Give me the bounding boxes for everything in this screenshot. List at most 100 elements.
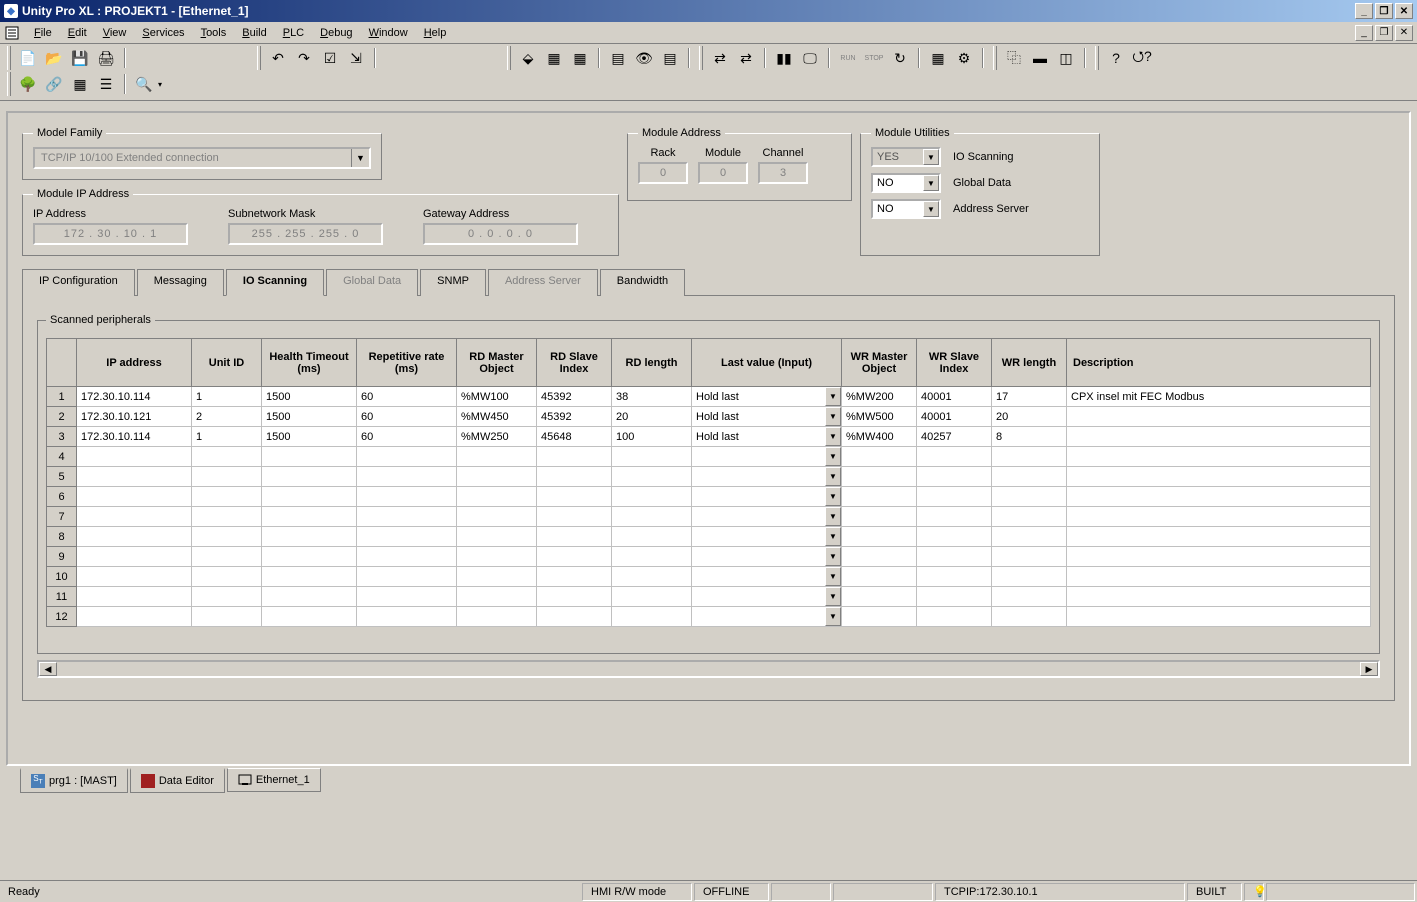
chevron-down-icon[interactable]: ▼ [825, 427, 841, 446]
col-wrm[interactable]: WR Master Object [842, 339, 917, 387]
col-ip[interactable]: IP address [77, 339, 192, 387]
mdi-close[interactable]: ✕ [1395, 25, 1413, 41]
menu-build[interactable]: Build [234, 25, 274, 41]
find-icon[interactable]: 👁 [632, 46, 656, 70]
mdi-restore[interactable]: ❐ [1375, 25, 1393, 41]
menu-file[interactable]: File [26, 25, 60, 41]
tab-messaging[interactable]: Messaging [137, 269, 224, 296]
model-family-combo[interactable]: ▼ [33, 147, 371, 169]
doc-tab-ethernet[interactable]: Ethernet_1 [227, 768, 321, 792]
list-icon[interactable]: ☰ [94, 72, 118, 96]
col-rds[interactable]: RD Slave Index [537, 339, 612, 387]
tab-io-scanning[interactable]: IO Scanning [226, 269, 324, 296]
col-health[interactable]: Health Timeout (ms) [262, 339, 357, 387]
chevron-down-icon[interactable]: ▼ [825, 407, 841, 426]
scroll-left-icon[interactable]: ◀ [39, 662, 57, 676]
chevron-down-icon[interactable]: ▼ [825, 387, 841, 406]
toolbar-grip[interactable] [7, 46, 11, 70]
chevron-down-icon[interactable]: ▼ [923, 149, 939, 165]
tab-bandwidth[interactable]: Bandwidth [600, 269, 685, 296]
zoom-icon[interactable]: 🔍 [132, 72, 156, 96]
tab-ip-configuration[interactable]: IP Configuration [22, 269, 135, 296]
structure-icon[interactable]: 🌳 [16, 72, 40, 96]
table-row[interactable]: 3172.30.10.1141150060%MW25045648100Hold … [47, 427, 1371, 447]
close-button[interactable]: ✕ [1395, 3, 1413, 19]
address-server-combo[interactable]: ▼ [871, 199, 941, 219]
run-icon[interactable]: RUN [836, 46, 860, 70]
col-rep[interactable]: Repetitive rate (ms) [357, 339, 457, 387]
redo-icon[interactable]: ↷ [292, 46, 316, 70]
chevron-down-icon[interactable]: ▼ [825, 547, 841, 566]
table-row[interactable]: 9▼ [47, 547, 1371, 567]
chevron-down-icon[interactable]: ▼ [825, 507, 841, 526]
tab-snmp[interactable]: SNMP [420, 269, 486, 296]
open-icon[interactable]: 📂 [42, 46, 66, 70]
horizontal-scrollbar[interactable]: ◀ ▶ [37, 660, 1380, 678]
chevron-down-icon[interactable]: ▼ [825, 467, 841, 486]
new-icon[interactable]: 📄 [16, 46, 40, 70]
chevron-down-icon[interactable]: ▼ [825, 587, 841, 606]
chevron-down-icon[interactable]: ▼ [825, 607, 841, 626]
context-help-icon[interactable]: ⭯? [1130, 46, 1154, 70]
chevron-down-icon[interactable]: ▼ [825, 487, 841, 506]
analyze-icon[interactable]: ▦ [568, 46, 592, 70]
col-unit[interactable]: Unit ID [192, 339, 262, 387]
col-rdl[interactable]: RD length [612, 339, 692, 387]
menu-plc[interactable]: PLC [275, 25, 312, 41]
doc-tab-data-editor[interactable]: Data Editor [130, 768, 225, 793]
help-icon[interactable]: ? [1104, 46, 1128, 70]
chevron-down-icon[interactable]: ▼ [923, 175, 939, 191]
table-row[interactable]: 2172.30.10.1212150060%MW4504539220Hold l… [47, 407, 1371, 427]
table-row[interactable]: 5▼ [47, 467, 1371, 487]
rebuild-icon[interactable]: ▦ [542, 46, 566, 70]
maximize-button[interactable]: ❐ [1375, 3, 1393, 19]
tile-h-icon[interactable]: ▬ [1028, 46, 1052, 70]
tile-v-icon[interactable]: ◫ [1054, 46, 1078, 70]
print-icon[interactable]: 🖨 [94, 46, 118, 70]
disconnect-icon[interactable]: ⇄ [734, 46, 758, 70]
operator-screen-icon[interactable]: ⚙ [952, 46, 976, 70]
menu-help[interactable]: Help [416, 25, 455, 41]
doc-tab-prg1[interactable]: ST prg1 : [MAST] [20, 768, 128, 793]
undo-icon[interactable]: ↶ [266, 46, 290, 70]
build-icon[interactable]: ⬙ [516, 46, 540, 70]
col-rdm[interactable]: RD Master Object [457, 339, 537, 387]
menu-window[interactable]: Window [361, 25, 416, 41]
col-wrs[interactable]: WR Slave Index [917, 339, 992, 387]
scan-table[interactable]: IP address Unit ID Health Timeout (ms) R… [46, 338, 1371, 627]
table-row[interactable]: 4▼ [47, 447, 1371, 467]
network-icon[interactable]: 🔗 [42, 72, 66, 96]
global-data-combo[interactable]: ▼ [871, 173, 941, 193]
menu-debug[interactable]: Debug [312, 25, 360, 41]
menu-edit[interactable]: Edit [60, 25, 95, 41]
save-icon[interactable]: 💾 [68, 46, 92, 70]
transfer-icon[interactable]: ⇲ [344, 46, 368, 70]
minimize-button[interactable]: _ [1355, 3, 1373, 19]
chevron-down-icon[interactable]: ▼ [825, 567, 841, 586]
menu-tools[interactable]: Tools [193, 25, 235, 41]
table-row[interactable]: 8▼ [47, 527, 1371, 547]
connect-icon[interactable]: ⇄ [708, 46, 732, 70]
validate-icon[interactable]: ☑ [318, 46, 342, 70]
menu-view[interactable]: View [95, 25, 135, 41]
col-desc[interactable]: Description [1067, 339, 1371, 387]
chevron-down-icon[interactable]: ▼ [825, 447, 841, 466]
project-browser-icon[interactable]: ▤ [606, 46, 630, 70]
col-last[interactable]: Last value (Input) [692, 339, 842, 387]
menu-services[interactable]: Services [134, 25, 192, 41]
chevron-down-icon[interactable]: ▼ [351, 149, 369, 167]
col-wrl[interactable]: WR length [992, 339, 1067, 387]
mdi-minimize[interactable]: _ [1355, 25, 1373, 41]
chevron-down-icon[interactable]: ▼ [923, 201, 939, 217]
scroll-right-icon[interactable]: ▶ [1360, 662, 1378, 676]
stop-icon[interactable]: STOP [862, 46, 886, 70]
table-row[interactable]: 11▼ [47, 587, 1371, 607]
plc-icon[interactable]: 🖵 [798, 46, 822, 70]
chevron-down-icon[interactable]: ▼ [825, 527, 841, 546]
io-scanning-combo[interactable]: ▼ [871, 147, 941, 167]
table-icon[interactable]: ▦ [68, 72, 92, 96]
table-row[interactable]: 1172.30.10.1141150060%MW1004539238Hold l… [47, 387, 1371, 407]
refresh-icon[interactable]: ↻ [888, 46, 912, 70]
animation-table-icon[interactable]: ▦ [926, 46, 950, 70]
goto-icon[interactable]: ▤ [658, 46, 682, 70]
